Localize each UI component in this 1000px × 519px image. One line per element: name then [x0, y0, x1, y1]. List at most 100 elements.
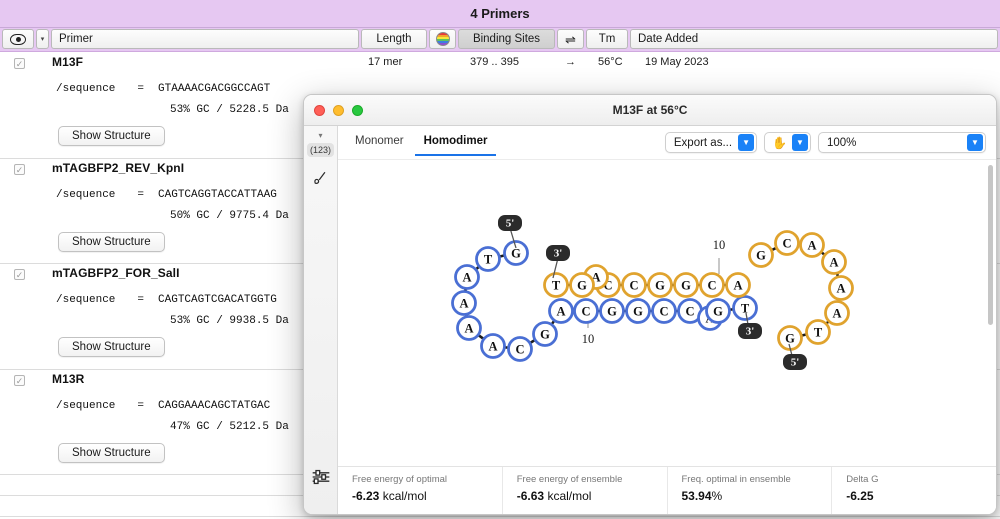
stat-label: Free energy of ensemble — [517, 474, 667, 485]
export-as-dropdown[interactable]: Export as... ▼ — [665, 132, 757, 153]
stat-value: -6.63 kcal/mol — [517, 489, 667, 503]
svg-text:G: G — [540, 327, 550, 341]
sequence-key: /sequence — [56, 400, 115, 412]
primer-length: 17 mer — [368, 56, 402, 68]
column-header-binding-sites[interactable]: Binding Sites — [458, 29, 555, 49]
svg-text:A: A — [464, 321, 473, 335]
column-options-menu[interactable]: ▾ — [36, 29, 49, 49]
row-checkbox[interactable]: ✓ — [14, 375, 25, 386]
primer-binding: 379 .. 395 — [470, 56, 519, 68]
maximize-icon[interactable] — [352, 105, 363, 116]
column-header-primer[interactable]: Primer — [51, 29, 359, 49]
show-structure-button[interactable]: Show Structure — [58, 126, 165, 146]
column-header-length[interactable]: Length — [361, 29, 427, 49]
column-header-strand[interactable]: ⇌ — [557, 29, 584, 49]
zoom-level-dropdown[interactable]: 100% ▼ — [818, 132, 986, 153]
svg-text:G: G — [655, 278, 665, 292]
sequence-equals: = — [137, 83, 144, 95]
svg-text:5': 5' — [506, 218, 515, 230]
svg-text:A: A — [462, 270, 471, 284]
svg-text:10: 10 — [582, 332, 595, 346]
window-controls — [314, 105, 363, 116]
brush-icon-svg — [311, 168, 330, 187]
column-visibility-toggle[interactable] — [2, 29, 34, 49]
hand-tool-icon: ✋ — [765, 136, 792, 150]
homodimer-structure-diagram[interactable]: GTAAAACGACGGCCAGTGCAAAATGACGGCCAGT 5'3'3… — [338, 160, 996, 465]
sequence-value: GTAAAACGACGGCCAGT — [158, 83, 270, 95]
stat-freq-optimal-in-ensemble: Freq. optimal in ensemble 53.94% — [668, 467, 833, 514]
close-icon[interactable] — [314, 105, 325, 116]
app-title-bar: 4 Primers — [0, 0, 1000, 28]
svg-text:T: T — [484, 252, 493, 266]
tab-monomer[interactable]: Monomer — [346, 129, 413, 156]
svg-text:G: G — [511, 246, 521, 260]
base-count-badge[interactable]: (123) — [307, 143, 334, 157]
stat-number: -6.63 — [517, 489, 544, 503]
page-title: 4 Primers — [470, 6, 529, 21]
sequence-key: /sequence — [56, 294, 115, 306]
svg-text:T: T — [814, 325, 823, 339]
export-as-label: Export as... — [666, 137, 738, 149]
structure-dialog: M13F at 56°C ▾ (123) — [303, 94, 997, 515]
svg-text:A: A — [733, 278, 742, 292]
stat-free-energy-optimal: Free energy of optimal -6.23 kcal/mol — [338, 467, 503, 514]
sequence-key: /sequence — [56, 189, 115, 201]
column-header-date-added[interactable]: Date Added — [630, 29, 998, 49]
brush-icon[interactable] — [311, 168, 331, 191]
primer-sequence-line: /sequence=CAGGAAACAGCTATGAC — [56, 400, 270, 412]
sequence-key: /sequence — [56, 83, 115, 95]
svg-text:G: G — [633, 304, 643, 318]
row-checkbox[interactable]: ✓ — [14, 269, 25, 280]
svg-text:10: 10 — [713, 238, 726, 252]
tab-homodimer[interactable]: Homodimer — [415, 129, 497, 156]
svg-text:C: C — [659, 304, 668, 318]
primer-name: mTAGBFP2_FOR_SalI — [52, 266, 180, 280]
svg-text:A: A — [829, 255, 838, 269]
svg-text:A: A — [832, 306, 841, 320]
show-structure-button[interactable]: Show Structure — [58, 232, 165, 252]
svg-text:A: A — [488, 339, 497, 353]
minimize-icon[interactable] — [333, 105, 344, 116]
zoom-level-label: 100% — [819, 137, 967, 149]
svg-text:G: G — [713, 304, 723, 318]
chevron-down-icon: ▼ — [967, 134, 983, 151]
svg-text:3': 3' — [746, 326, 755, 338]
settings-sliders-icon[interactable] — [311, 467, 331, 492]
svg-text:A: A — [556, 304, 565, 318]
column-header-binding-sites-label: Binding Sites — [473, 33, 540, 45]
structure-canvas[interactable]: GTAAAACGACGGCCAGTGCAAAATGACGGCCAGT 5'3'3… — [338, 160, 996, 466]
column-header-tm[interactable]: Tm — [586, 29, 628, 49]
stat-value: 53.94% — [682, 489, 832, 503]
sequence-value: CAGGAAACAGCTATGAC — [158, 400, 270, 412]
svg-text:T: T — [741, 301, 750, 315]
show-structure-button[interactable]: Show Structure — [58, 443, 165, 463]
stat-value: -6.25 — [846, 489, 996, 503]
dialog-body: ▾ (123) — [304, 126, 996, 514]
svg-text:C: C — [707, 278, 716, 292]
svg-text:A: A — [459, 296, 468, 310]
row-checkbox[interactable]: ✓ — [14, 164, 25, 175]
column-header-primer-label: Primer — [59, 33, 93, 45]
show-structure-button[interactable]: Show Structure — [58, 337, 165, 357]
swap-strand-icon: ⇌ — [565, 33, 576, 46]
row-checkbox[interactable]: ✓ — [14, 58, 25, 69]
canvas-scrollbar[interactable] — [988, 165, 993, 325]
column-header-tm-label: Tm — [599, 33, 616, 45]
svg-text:G: G — [607, 304, 617, 318]
svg-text:3': 3' — [554, 248, 563, 260]
svg-text:A: A — [836, 281, 845, 295]
view-tabs: Monomer Homodimer — [346, 129, 496, 156]
dialog-main: Monomer Homodimer Export as... ▼ ✋ ▼ 100… — [338, 126, 996, 514]
dialog-title: M13F at 56°C — [304, 103, 996, 117]
stat-unit: % — [712, 489, 723, 503]
stat-number: -6.25 — [846, 489, 873, 503]
dialog-title-bar[interactable]: M13F at 56°C — [304, 95, 996, 126]
stat-unit: kcal/mol — [379, 489, 426, 503]
chevron-down-icon[interactable]: ▾ — [318, 131, 322, 140]
sequence-value: CAGTCAGTCGACATGGTG — [158, 294, 277, 306]
table-column-header: ▾ Primer Length Binding Sites ⇌ Tm Date … — [0, 28, 1000, 52]
column-header-color[interactable] — [429, 29, 456, 49]
primer-gc-mass: 53% GC / 5228.5 Da — [170, 104, 289, 116]
pan-tool-dropdown[interactable]: ✋ ▼ — [764, 132, 811, 153]
stat-number: -6.23 — [352, 489, 379, 503]
